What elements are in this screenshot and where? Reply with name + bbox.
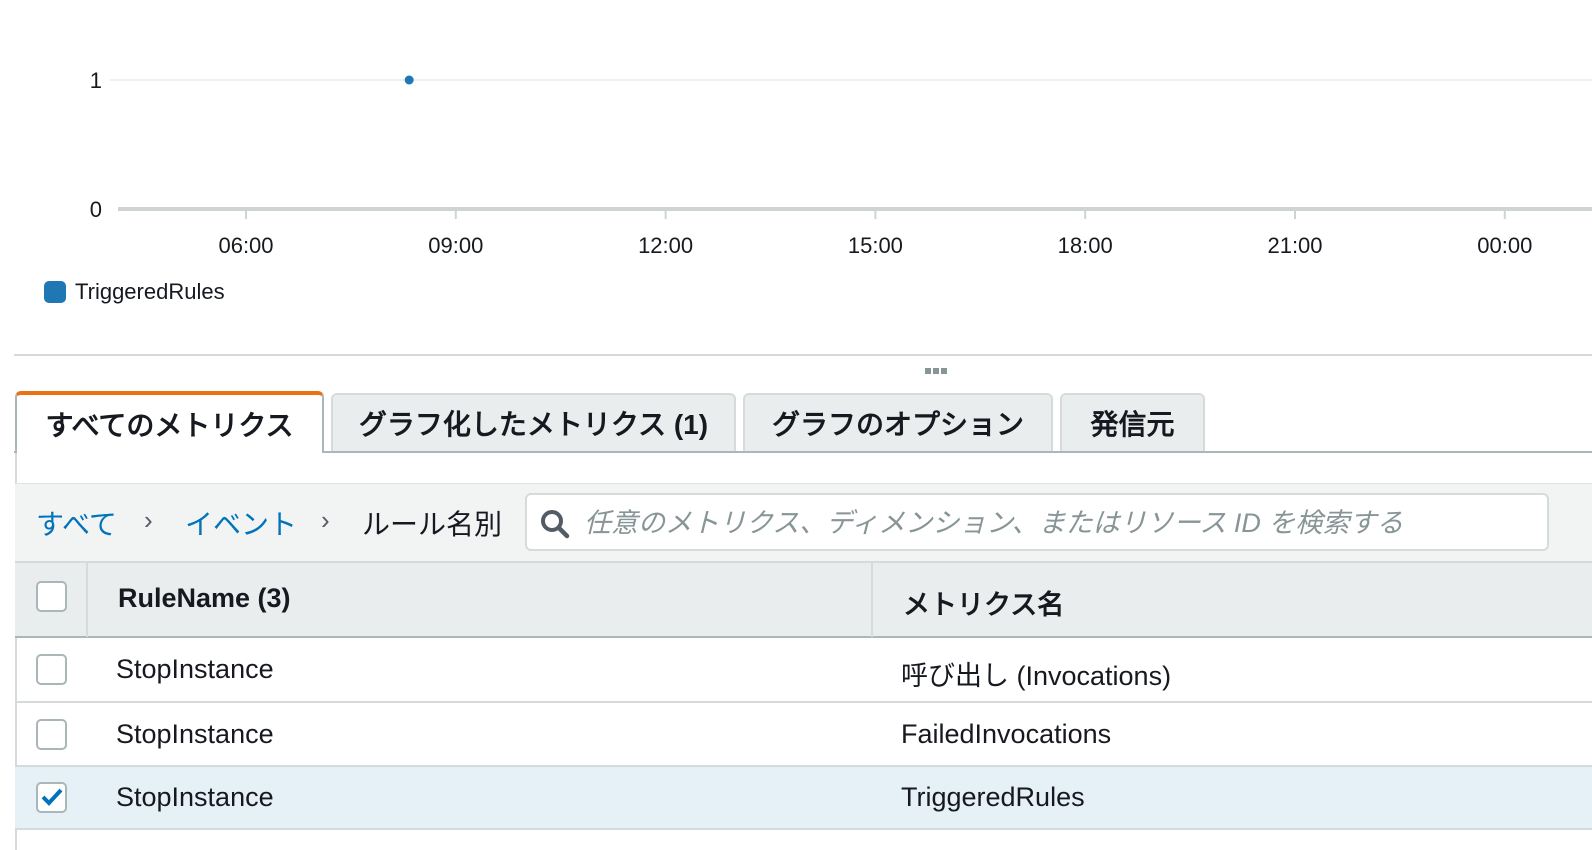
- splitter-line: [14, 354, 1592, 356]
- chart-svg: 0 1 06:00 09:00 12:00 15:00 18:00 21:00 00:00: [90, 68, 1592, 258]
- cell-rule-name: StopInstance: [116, 782, 274, 812]
- y-tick-label: 0: [90, 197, 102, 222]
- tab-graphed-metrics[interactable]: グラフ化したメトリクス (1): [331, 393, 736, 451]
- search-icon: [541, 510, 570, 539]
- x-tick-label: 18:00: [1058, 233, 1113, 258]
- legend-label: TriggeredRules: [75, 279, 225, 304]
- breadcrumb-all[interactable]: すべて: [36, 503, 117, 543]
- column-header-metric-name[interactable]: メトリクス名: [903, 583, 1064, 622]
- x-tick-label: 06:00: [218, 233, 273, 258]
- tab-label: 発信元: [1090, 409, 1175, 440]
- tab-label: グラフ化したメトリクス (1): [358, 409, 709, 440]
- tab-graph-options[interactable]: グラフのオプション: [743, 393, 1053, 451]
- cell-metric-name: 呼び出し (Invocations): [901, 661, 1172, 691]
- x-tick-label: 09:00: [428, 233, 483, 258]
- breadcrumb-by-rule-name: ルール名別: [362, 509, 503, 540]
- tab-label: すべてのメトリクス: [45, 410, 294, 441]
- metrics-graph: 0 1 06:00 09:00 12:00 15:00 18:00 21:00 00:00 Tr…: [0, 0, 1592, 355]
- x-tick-label: 15:00: [848, 233, 903, 258]
- row-checkbox[interactable]: [36, 719, 67, 750]
- x-tick-label: 21:00: [1267, 233, 1322, 258]
- column-divider[interactable]: [871, 561, 873, 637]
- cell-metric-name: TriggeredRules: [901, 782, 1085, 812]
- legend-swatch: [44, 281, 66, 303]
- search-input[interactable]: [582, 503, 1536, 543]
- cell-rule-name: StopInstance: [116, 654, 274, 684]
- column-divider: [86, 561, 88, 637]
- data-point[interactable]: [404, 75, 414, 85]
- x-tick-label: 00:00: [1477, 233, 1532, 258]
- y-tick-label: 1: [90, 68, 102, 93]
- column-header-rulename[interactable]: RuleName (3): [118, 583, 291, 614]
- tab-all-metrics[interactable]: すべてのメトリクス: [15, 391, 324, 453]
- tab-label: グラフのオプション: [771, 409, 1024, 440]
- cell-metric-name: FailedInvocations: [901, 719, 1112, 749]
- tab-source[interactable]: 発信元: [1060, 393, 1205, 451]
- breadcrumb-separator: ›: [144, 505, 153, 535]
- x-tick-label: 12:00: [638, 233, 693, 258]
- breadcrumb-separator: ›: [321, 505, 330, 535]
- metrics-search[interactable]: [525, 493, 1549, 551]
- row-checkbox[interactable]: [36, 654, 67, 685]
- breadcrumb-events[interactable]: イベント: [185, 503, 297, 543]
- select-all-checkbox[interactable]: [36, 581, 67, 612]
- chart-legend[interactable]: TriggeredRules: [44, 279, 225, 305]
- resize-handle[interactable]: [923, 366, 949, 376]
- cell-rule-name: StopInstance: [116, 719, 274, 749]
- row-checkbox-checked[interactable]: [36, 782, 67, 813]
